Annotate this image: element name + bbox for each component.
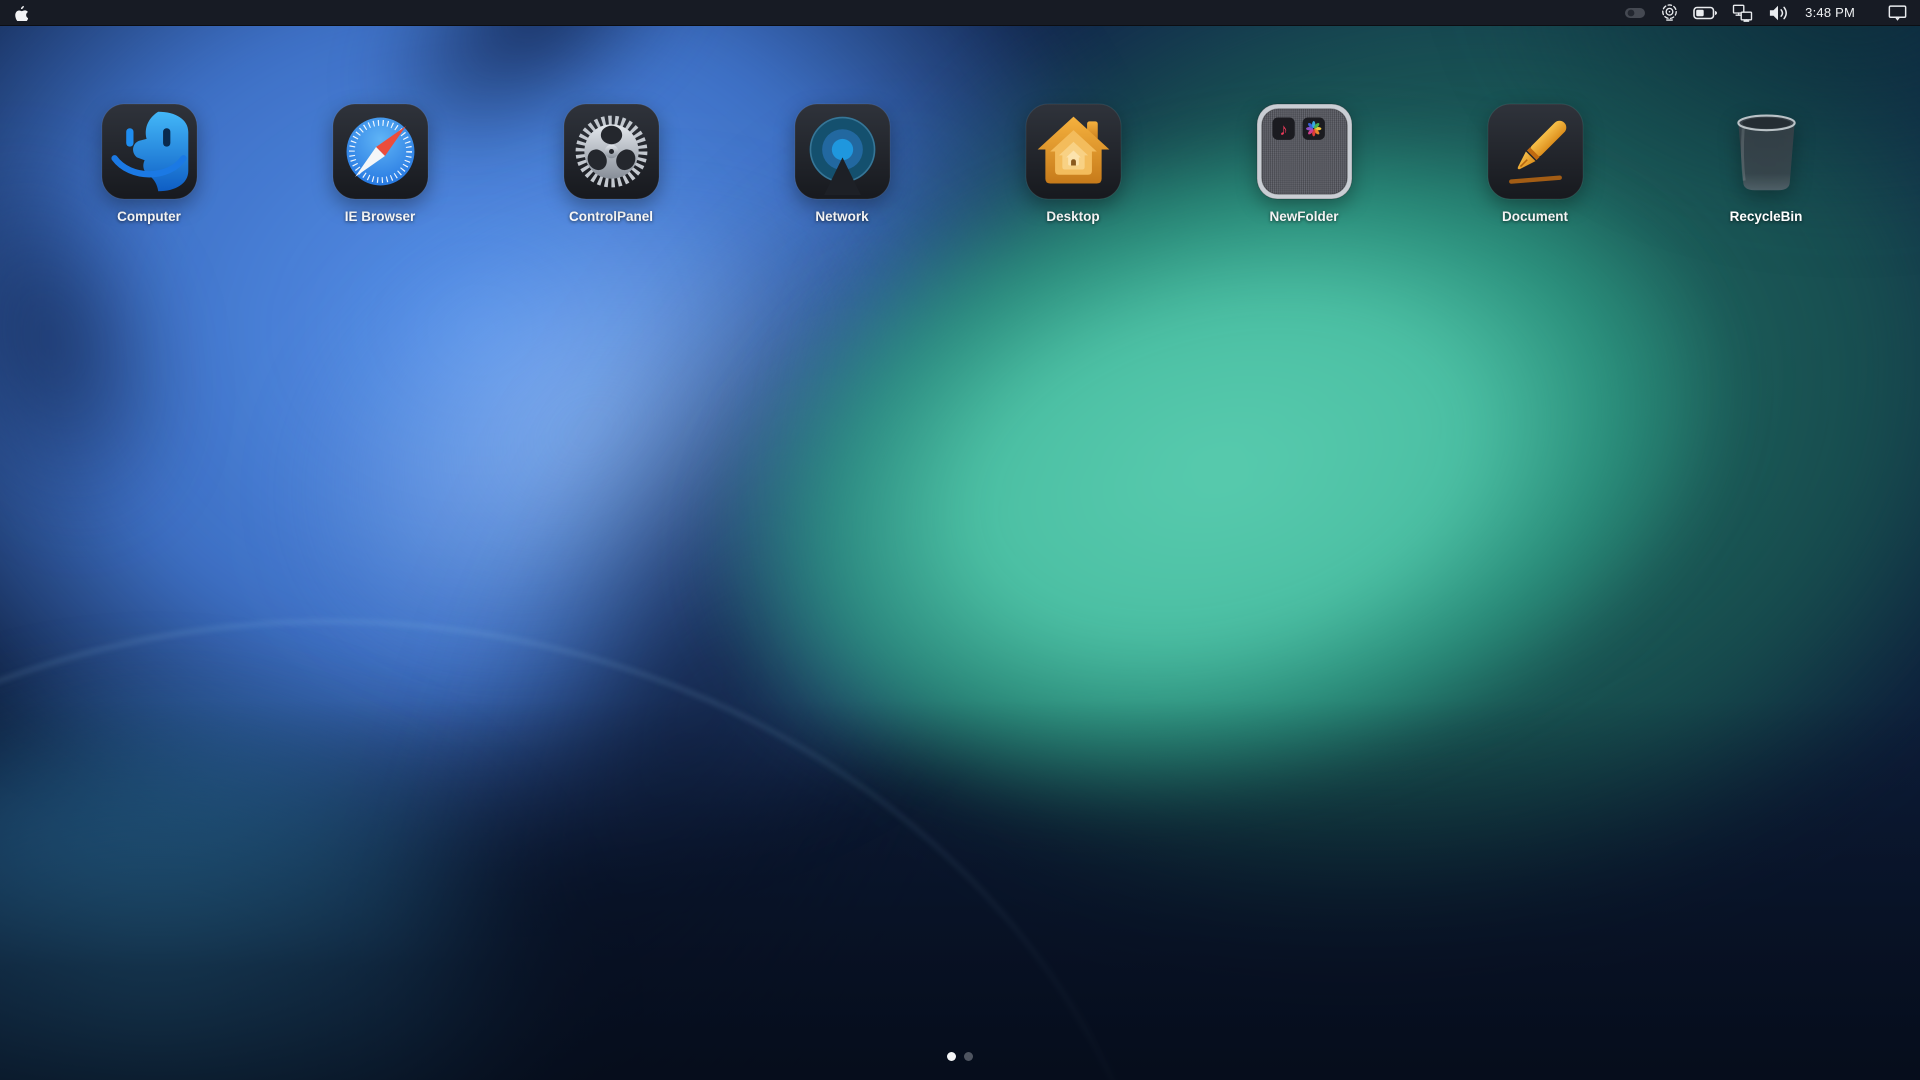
settings-gear-icon: [563, 103, 660, 200]
pen-document-icon: [1487, 103, 1584, 200]
trash-can-icon: [1718, 103, 1815, 200]
app-icon-recyclebin[interactable]: RecycleBin: [1686, 103, 1846, 224]
page-dot-2[interactable]: [964, 1052, 973, 1061]
network-arcs-icon: [794, 103, 891, 200]
app-icon-controlpanel[interactable]: ControlPanel: [531, 103, 691, 224]
music-note-mini-icon: ♪: [1272, 118, 1294, 140]
app-icon-network[interactable]: Network: [762, 103, 922, 224]
app-label: ControlPanel: [569, 209, 653, 224]
app-icon-computer[interactable]: Computer: [69, 103, 229, 224]
app-label: Document: [1502, 209, 1568, 224]
notification-bubble-icon[interactable]: [1887, 0, 1908, 26]
linen-folder-icon: ♪: [1256, 103, 1353, 200]
app-icon-desktop[interactable]: Desktop: [993, 103, 1153, 224]
safari-compass-icon: [332, 103, 429, 200]
app-label: RecycleBin: [1730, 209, 1803, 224]
page-dot-1[interactable]: [947, 1052, 956, 1061]
app-label: NewFolder: [1269, 209, 1338, 224]
ethernet-network-icon[interactable]: [1732, 0, 1753, 26]
home-house-icon: [1025, 103, 1122, 200]
launchpad-icon-row: Computer IE Browser: [69, 103, 1846, 224]
app-icon-ie-browser[interactable]: IE Browser: [300, 103, 460, 224]
app-label: Network: [815, 209, 868, 224]
app-icon-document[interactable]: Document: [1455, 103, 1615, 224]
app-icon-newfolder[interactable]: ♪ NewFo: [1224, 103, 1384, 224]
page-indicator: [947, 1052, 973, 1061]
app-label: Computer: [117, 209, 181, 224]
menu-bar-clock[interactable]: 3:48 PM: [1803, 5, 1857, 20]
apple-logo-icon[interactable]: [15, 0, 28, 26]
menu-bar: 3:48 PM: [0, 0, 1920, 26]
volume-speaker-icon[interactable]: [1767, 0, 1789, 26]
app-label: Desktop: [1046, 209, 1099, 224]
battery-icon[interactable]: [1693, 0, 1718, 26]
photos-flower-mini-icon: [1302, 118, 1324, 140]
app-label: IE Browser: [345, 209, 416, 224]
finder-face-icon: [101, 103, 198, 200]
dimmed-toggle-icon[interactable]: [1624, 0, 1646, 26]
camera-indicator-icon[interactable]: [1660, 0, 1679, 26]
wallpaper-bottom-fade: [0, 700, 1920, 1080]
svg-text:♪: ♪: [1279, 121, 1287, 139]
